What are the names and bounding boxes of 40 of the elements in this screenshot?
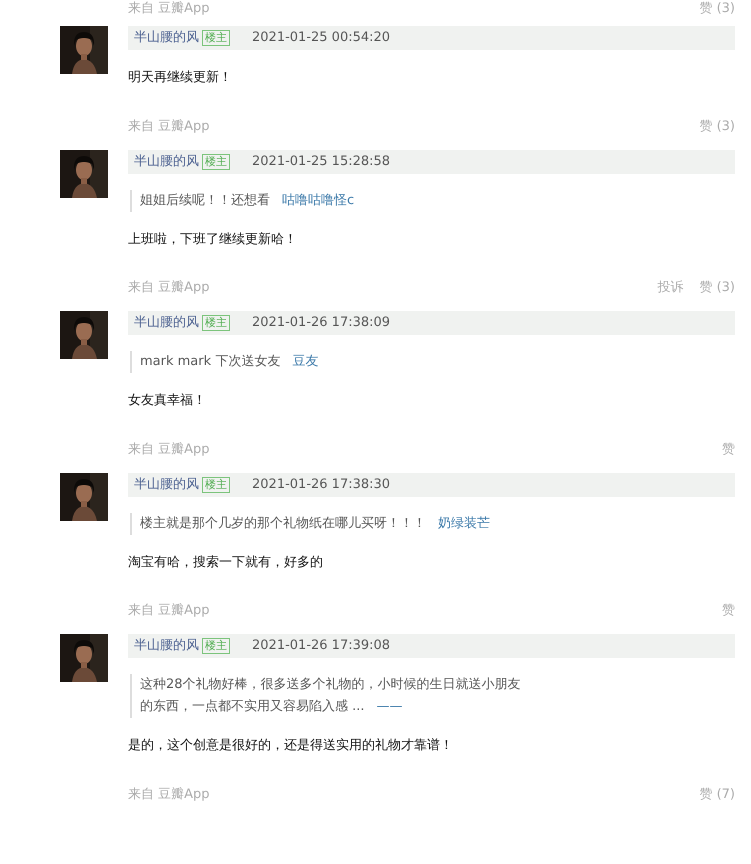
- source-label: 来自 豆瓣App: [128, 0, 210, 18]
- quote-author-link[interactable]: 豆友: [292, 354, 318, 369]
- quoted-reply: mark mark 下次送女友 豆友: [130, 351, 735, 373]
- like-link[interactable]: 赞 (7): [699, 786, 735, 804]
- timestamp: 2021-01-25 15:28:58: [252, 152, 390, 170]
- like-link[interactable]: 赞: [722, 440, 735, 458]
- comment-text: 是的，这个创意是很好的，还是得送实用的礼物才靠谱！: [128, 737, 454, 755]
- like-link[interactable]: 赞 (3): [699, 279, 735, 297]
- comment-text: 淘宝有哈，搜索一下就有，好多的: [128, 554, 324, 572]
- author-link[interactable]: 半山腰的风: [134, 634, 199, 658]
- author-link[interactable]: 半山腰的风: [134, 26, 199, 50]
- author-link[interactable]: 半山腰的风: [134, 150, 199, 174]
- quoted-reply: 这种28个礼物好棒，很多送多个礼物的，小时候的生日就送小朋友 的东西，一点都不实用又容易陷入感 ... ——: [130, 674, 735, 718]
- timestamp: 2021-01-26 17:39:08: [252, 637, 390, 655]
- timestamp: 2021-01-26 17:38:30: [252, 476, 390, 494]
- source-label: 来自 豆瓣App: [128, 279, 210, 297]
- author-link[interactable]: 半山腰的风: [134, 311, 199, 335]
- comment-text: 女友真幸福！: [128, 392, 207, 410]
- source-label: 来自 豆瓣App: [128, 786, 210, 804]
- source-label: 来自 豆瓣App: [128, 440, 210, 458]
- source-label: 来自 豆瓣App: [128, 118, 210, 136]
- author-tag: 楼主: [202, 638, 230, 654]
- source-label: 来自 豆瓣App: [128, 602, 210, 620]
- timestamp: 2021-01-25 00:54:20: [252, 29, 390, 47]
- quote-author-link[interactable]: 咕噜咕噜怪c: [282, 192, 354, 208]
- like-link[interactable]: 赞 (3): [699, 118, 735, 136]
- author-tag: 楼主: [202, 154, 230, 170]
- timestamp: 2021-01-26 17:38:09: [252, 314, 390, 332]
- author-link[interactable]: 半山腰的风: [134, 472, 199, 496]
- author-tag: 楼主: [202, 476, 230, 492]
- like-link[interactable]: 赞 (3): [699, 0, 735, 18]
- quote-author-link[interactable]: ——: [376, 699, 403, 714]
- comment-text: 上班啦，下班了继续更新哈！: [128, 230, 298, 248]
- author-tag: 楼主: [202, 30, 230, 46]
- like-link[interactable]: 赞: [722, 602, 735, 620]
- author-tag: 楼主: [202, 315, 230, 331]
- quoted-reply: 姐姐后续呢！！还想看 咕噜咕噜怪c: [130, 190, 735, 212]
- quote-author-link[interactable]: 奶绿装芒: [438, 516, 490, 530]
- comment-text: 明天再继续更新！: [128, 69, 233, 87]
- quoted-reply: 楼主就是那个几岁的那个礼物纸在哪儿买呀！！！ 奶绿装芒: [130, 512, 735, 534]
